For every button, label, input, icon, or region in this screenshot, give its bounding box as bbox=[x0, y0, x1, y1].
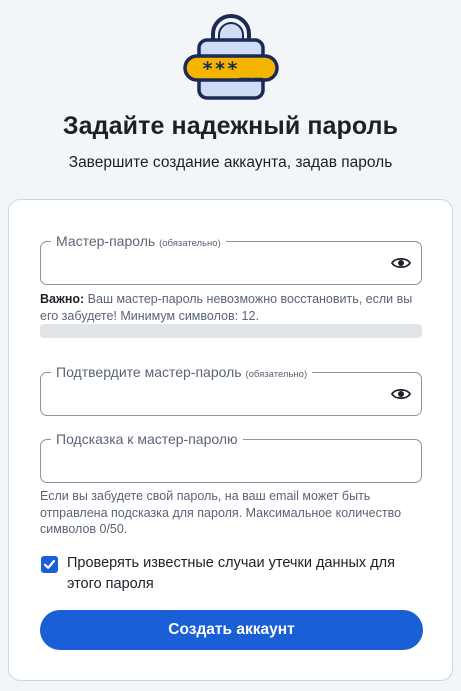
create-account-button[interactable]: Создать аккаунт bbox=[40, 610, 423, 650]
header: ***__ Задайте надежный пароль Завершите … bbox=[0, 0, 461, 200]
breach-check-checkbox[interactable] bbox=[41, 556, 58, 573]
lock-password-icon: ***__ bbox=[183, 10, 279, 102]
password-form-card: Мастер-пароль (обязательно) Важно: Ваш м… bbox=[8, 199, 453, 681]
breach-check-label[interactable]: Проверять известные случаи утечки данных… bbox=[67, 553, 417, 595]
required-note: (обязательно) bbox=[245, 369, 308, 380]
master-password-field[interactable]: Мастер-пароль (обязательно) bbox=[40, 232, 422, 285]
password-hint-helper: Если вы забудете свой пароль, на ваш ema… bbox=[40, 489, 402, 536]
checkmark-icon bbox=[43, 559, 56, 569]
required-note: (обязательно) bbox=[159, 238, 221, 249]
password-hint-field[interactable]: Подсказка к мастер-паролю bbox=[40, 430, 422, 483]
confirm-password-field[interactable]: Подтвердите мастер-пароль (обязательно) bbox=[40, 363, 422, 416]
page-subtitle: Завершите создание аккаунта, задав парол… bbox=[68, 154, 393, 171]
page-title: Задайте надежный пароль bbox=[62, 112, 399, 140]
master-password-warning: Важно: Ваш мастер-пароль невозможно восс… bbox=[40, 291, 422, 324]
warning-text: Ваш мастер-пароль невозможно восстановит… bbox=[40, 292, 413, 323]
password-strength-bar bbox=[40, 324, 422, 338]
eye-icon[interactable] bbox=[391, 255, 411, 271]
eye-icon[interactable] bbox=[391, 386, 411, 402]
password-mask: ***__ bbox=[201, 58, 265, 80]
warning-strong: Важно: bbox=[40, 292, 85, 306]
confirm-password-input[interactable] bbox=[51, 381, 381, 407]
master-password-input[interactable] bbox=[51, 250, 381, 276]
password-hint-input[interactable] bbox=[51, 448, 381, 474]
password-hint-label: Подсказка к мастер-паролю bbox=[51, 430, 243, 448]
